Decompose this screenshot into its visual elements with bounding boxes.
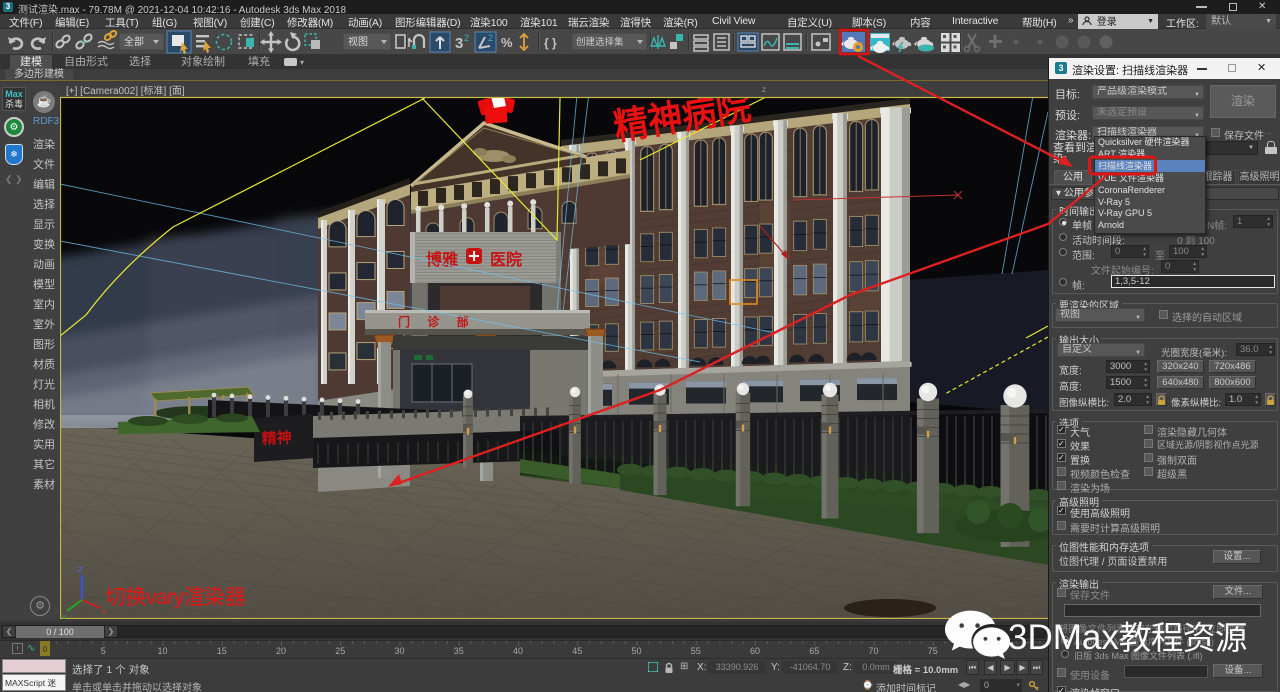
svg-text:3DMax教程资源: 3DMax教程资源: [1008, 618, 1247, 657]
